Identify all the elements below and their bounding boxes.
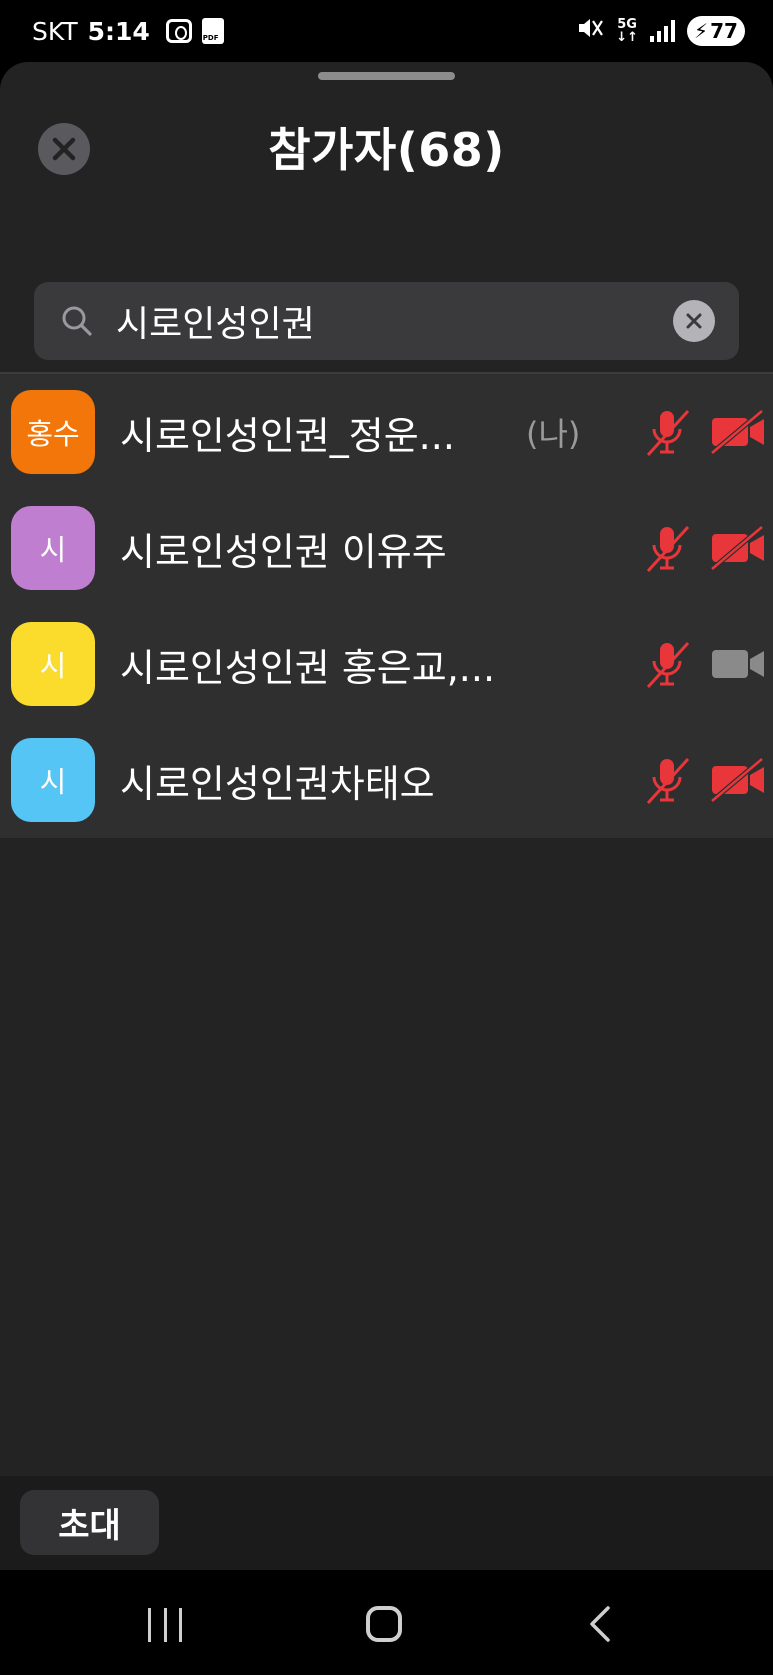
camera-on-icon[interactable] [710, 637, 766, 691]
participant-row[interactable]: 홍수 시로인성인권_정운... (나) [0, 374, 773, 490]
participants-sheet: 참가자(68) 홍수 시로인성인권_정운... (나) [0, 62, 773, 1570]
participant-list: 홍수 시로인성인권_정운... (나) 시 시로인성인권 이유주 시 시로인성인… [0, 372, 773, 838]
clear-icon [686, 313, 702, 329]
participant-row[interactable]: 시 시로인성인권 홍은교,... [0, 606, 773, 722]
camera-off-icon[interactable] [710, 521, 766, 575]
participant-name: 시로인성인권차태오 [120, 761, 435, 806]
search-input[interactable] [116, 300, 673, 342]
camera-off-icon[interactable] [710, 405, 766, 459]
battery-icon: ⚡ 77 [687, 16, 745, 46]
avatar: 시 [11, 622, 95, 706]
screenshot-icon [165, 19, 192, 43]
clock: 5:14 [87, 16, 150, 46]
network-type-icon: 5G ↓↑ [616, 17, 638, 45]
bottom-action-bar: 초대 [0, 1476, 773, 1570]
carrier-label: SKT [32, 16, 78, 46]
battery-level: 77 [710, 19, 738, 43]
sheet-drag-handle[interactable] [318, 72, 455, 80]
network-type-label: 5G [617, 17, 637, 32]
mic-muted-icon[interactable] [640, 753, 694, 807]
invite-button[interactable]: 초대 [20, 1490, 159, 1555]
status-bar: SKT 5:14 PDF 5G ↓↑ ⚡ 77 [0, 0, 773, 62]
avatar: 홍수 [11, 390, 95, 474]
mic-muted-icon[interactable] [640, 521, 694, 575]
participant-name: 시로인성인권_정운... [120, 413, 455, 458]
avatar: 시 [11, 738, 95, 822]
mic-muted-icon[interactable] [640, 637, 694, 691]
system-nav-bar [0, 1570, 773, 1675]
participant-name: 시로인성인권 이유주 [120, 529, 447, 574]
signal-icon [650, 20, 675, 42]
pdf-icon: PDF [201, 18, 224, 44]
search-icon [62, 306, 92, 336]
back-button[interactable] [584, 1604, 618, 1644]
camera-off-icon[interactable] [710, 753, 766, 807]
clear-search-button[interactable] [673, 300, 715, 342]
home-button[interactable] [366, 1606, 402, 1642]
participant-row[interactable]: 시 시로인성인권 이유주 [0, 490, 773, 606]
pdf-icon-label: PDF [202, 34, 219, 42]
participant-name: 시로인성인권 홍은교,... [120, 645, 496, 690]
charging-icon: ⚡ [694, 19, 709, 43]
page-title: 참가자(68) [268, 123, 505, 177]
participant-row[interactable]: 시 시로인성인권차태오 [0, 722, 773, 838]
avatar: 시 [11, 506, 95, 590]
search-bar[interactable] [34, 282, 739, 360]
status-left: SKT 5:14 PDF [32, 17, 224, 46]
mic-muted-icon[interactable] [640, 405, 694, 459]
status-right: 5G ↓↑ ⚡ 77 [576, 15, 745, 47]
mute-icon [576, 15, 604, 47]
me-label: (나) [526, 415, 581, 453]
recent-apps-button[interactable] [148, 1608, 182, 1642]
